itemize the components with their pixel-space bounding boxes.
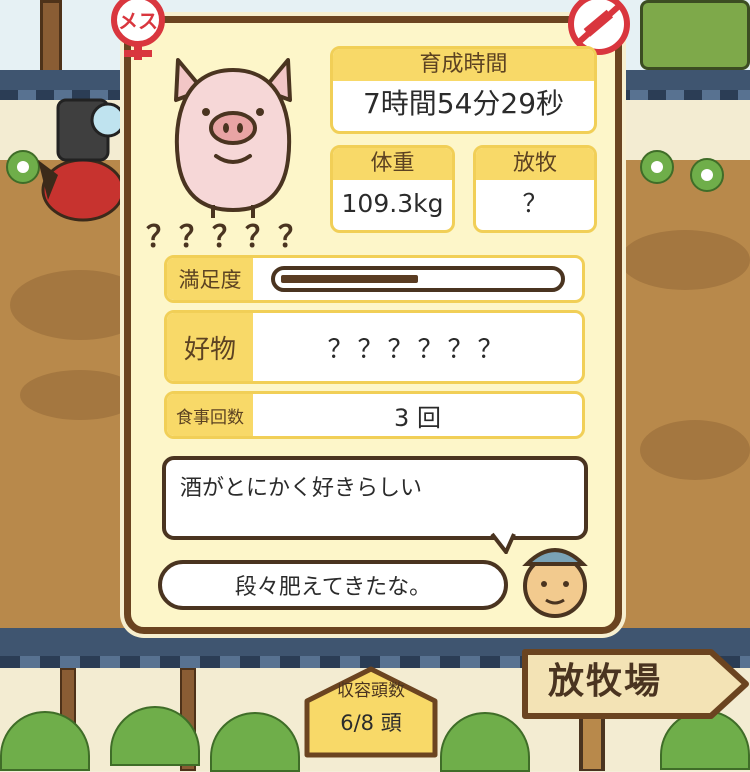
satisfaction-meter-area (253, 258, 582, 300)
capacity-label: 収容頭数 (337, 681, 405, 701)
rearing-time-value: 7時間54分29秒 (362, 87, 565, 120)
meals-row: 食事回数 3 回 (164, 391, 585, 439)
location-sign-label[interactable]: 放牧場 (548, 652, 662, 704)
trait-bubble-tail (490, 532, 516, 554)
satisfaction-meter (270, 266, 565, 292)
weight-value: 109.3kg (341, 189, 444, 218)
dirt-patch (640, 420, 750, 480)
rearing-time-label: 育成時間 (333, 49, 594, 81)
clover (690, 158, 724, 192)
meals-value: 3 回 (394, 403, 441, 432)
pig-name: ？？？？？ (146, 220, 311, 255)
favorite-label: 好物 (167, 313, 253, 381)
favorite-row: 好物 ？？？？？？ (164, 310, 585, 384)
photographer-character[interactable] (28, 80, 138, 230)
capacity-indicator: 収容頭数 6/8 頭 (303, 665, 439, 759)
rearing-time-box: 育成時間 7時間54分29秒 (330, 46, 597, 134)
weight-label: 体重 (333, 148, 452, 180)
dirt-patch (620, 230, 750, 290)
pig-character[interactable] (158, 50, 308, 220)
grazing-value: ？ (522, 189, 548, 218)
favorite-value: ？？？？？？ (327, 334, 508, 365)
farmer-speech-bubble: 段々肥えてきたな。 (158, 560, 508, 610)
dirt-patch (20, 370, 140, 420)
farmer-avatar[interactable] (522, 534, 588, 618)
weight-box: 体重 109.3kg (330, 145, 455, 233)
farmer-comment: 段々肥えてきたな。 (234, 575, 432, 600)
trait-speech-bubble: 酒がとにかく好きらしい (162, 456, 588, 540)
grazing-box: 放牧 ？ (473, 145, 597, 233)
satisfaction-meter-fill (280, 275, 418, 283)
meals-label: 食事回数 (167, 394, 253, 436)
capacity-value: 6/8 頭 (340, 711, 402, 735)
satisfaction-row: 満足度 (164, 255, 585, 303)
grazing-label: 放牧 (476, 148, 594, 180)
gender-label: メス (118, 9, 158, 33)
clover (640, 150, 674, 184)
satisfaction-label: 満足度 (167, 258, 253, 300)
trait-text: 酒がとにかく好きらしい (180, 476, 423, 501)
